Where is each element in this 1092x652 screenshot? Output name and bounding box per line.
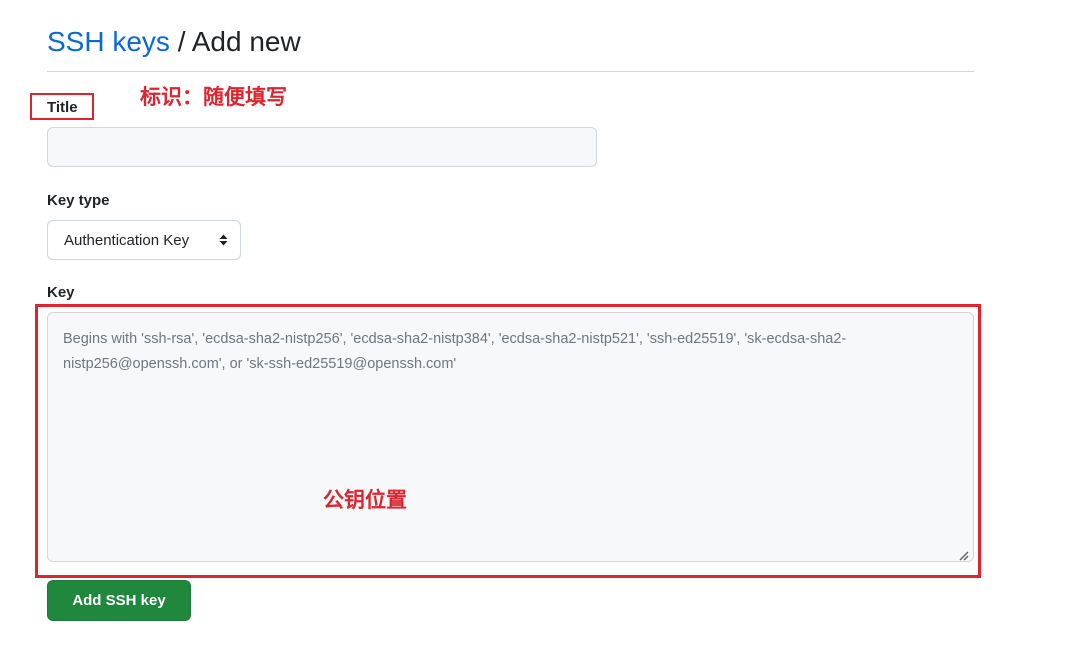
key-annotation-text: 公钥位置 xyxy=(323,489,407,512)
breadcrumb-current: Add new xyxy=(191,26,301,57)
unfold-caret-icon xyxy=(219,234,228,246)
key-type-select[interactable]: Authentication Key xyxy=(47,220,241,260)
breadcrumb-ssh-keys-link[interactable]: SSH keys xyxy=(47,26,170,57)
page-title: SSH keys / Add new xyxy=(47,24,974,60)
title-input[interactable] xyxy=(47,127,597,167)
add-ssh-key-page: SSH keys / Add new Title 标识：随便填写 Key typ… xyxy=(0,0,1092,652)
key-label: Key xyxy=(47,284,75,301)
key-annotation-box xyxy=(35,304,981,578)
page-header: SSH keys / Add new xyxy=(47,24,974,72)
title-annotation-box xyxy=(30,93,94,120)
key-type-selected-value: Authentication Key xyxy=(64,231,190,249)
add-ssh-key-button[interactable]: Add SSH key xyxy=(47,580,191,621)
breadcrumb-separator: / xyxy=(177,26,186,57)
title-annotation-text: 标识：随便填写 xyxy=(140,86,287,109)
key-type-label: Key type xyxy=(47,192,110,209)
